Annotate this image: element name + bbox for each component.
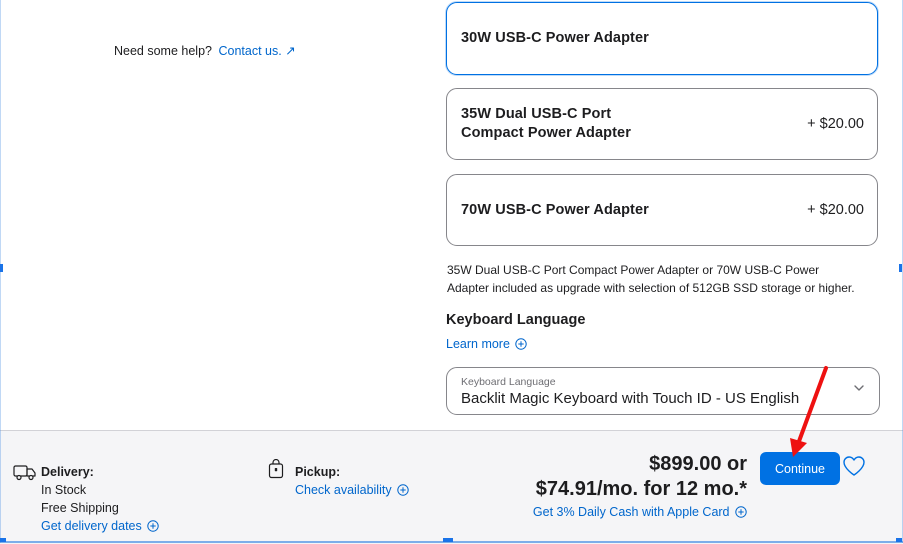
adapter-upgrade-note: 35W Dual USB-C Port Compact Power Adapte… [447, 263, 855, 295]
option-price: + $20.00 [807, 202, 864, 218]
check-availability-link[interactable]: Check availability [295, 483, 409, 497]
option-title: 30W USB-C Power Adapter [461, 30, 649, 46]
plus-circle-icon [515, 338, 528, 350]
delivery-status: In Stock [41, 483, 87, 497]
daily-cash-link[interactable]: Get 3% Daily Cash with Apple Card [533, 505, 747, 519]
heart-icon[interactable] [842, 455, 866, 477]
monthly-price: $74.91/mo. for 12 mo.* [535, 478, 747, 500]
help-label: Need some help? [114, 44, 212, 58]
resize-handle-bottom-left[interactable] [0, 538, 6, 542]
resize-handle-bottom[interactable] [443, 538, 453, 542]
option-35w-dual-adapter[interactable]: 35W Dual USB-C Port Compact Power Adapte… [446, 88, 878, 160]
resize-handle-right[interactable] [899, 264, 902, 272]
annotation-arrow [790, 366, 828, 457]
resize-handle-left[interactable] [0, 264, 3, 272]
option-70w-adapter[interactable]: 70W USB-C Power Adapter + $20.00 [446, 174, 878, 246]
pickup-heading: Pickup: [295, 465, 341, 479]
store-bag-icon [268, 459, 284, 479]
plus-circle-icon [397, 484, 409, 496]
purchase-footer: Delivery: In Stock Free Shipping Get del… [0, 430, 903, 544]
plus-circle-icon [735, 506, 747, 518]
delivery-shipping: Free Shipping [41, 501, 119, 515]
chevron-down-icon [854, 385, 864, 391]
price-summary: $899.00 or $74.91/mo. for 12 mo.* Get 3%… [533, 452, 747, 519]
option-price: + $20.00 [807, 116, 864, 132]
option-title: 35W Dual USB-C Port Compact Power Adapte… [461, 106, 631, 141]
resize-handle-bottom-right[interactable] [896, 538, 902, 542]
contact-us-link[interactable]: Contact us. ↗ [218, 44, 295, 58]
option-30w-adapter[interactable]: 30W USB-C Power Adapter [446, 2, 878, 75]
keyboard-language-heading: Keyboard Language [446, 312, 586, 328]
get-delivery-dates-link[interactable]: Get delivery dates [41, 519, 159, 533]
select-value: Backlit Magic Keyboard with Touch ID - U… [461, 390, 800, 407]
delivery-heading: Delivery: [41, 465, 94, 479]
learn-more-link[interactable]: Learn more [446, 337, 528, 351]
total-price: $899.00 or [649, 453, 747, 475]
plus-circle-icon [147, 520, 159, 532]
truck-icon [13, 465, 36, 481]
select-label: Keyboard Language [461, 376, 556, 388]
delivery-info: Delivery: In Stock Free Shipping Get del… [41, 463, 159, 535]
pickup-info: Pickup: Check availability [295, 463, 409, 499]
help-text: Need some help? Contact us. ↗ [114, 43, 296, 58]
option-title: 70W USB-C Power Adapter [461, 201, 649, 218]
